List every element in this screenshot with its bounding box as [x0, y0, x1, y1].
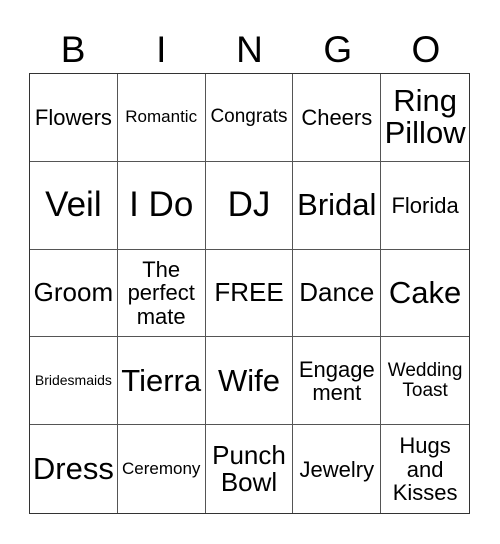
bingo-cell[interactable]: Bridesmaids — [30, 337, 118, 426]
bingo-cell[interactable]: Cake — [381, 250, 469, 338]
bingo-grid: Flowers Romantic Congrats Cheers Ring Pi… — [29, 73, 470, 514]
bingo-cell[interactable]: Flowers — [30, 74, 118, 162]
bingo-cell[interactable]: Dress — [30, 425, 118, 513]
bingo-cell[interactable]: Ring Pillow — [381, 74, 469, 162]
bingo-cell[interactable]: Punch Bowl — [206, 425, 294, 513]
bingo-cell[interactable]: Florida — [381, 162, 469, 250]
bingo-header: B I N G O — [29, 28, 470, 72]
bingo-cell[interactable]: The perfect mate — [117, 249, 206, 338]
bingo-cell[interactable]: Hugs and Kisses — [381, 425, 469, 513]
free-space-cell[interactable]: FREE — [205, 249, 294, 338]
header-letter-i: I — [156, 29, 167, 70]
bingo-cell[interactable]: Bridal — [293, 161, 382, 250]
bingo-cell[interactable]: Jewelry — [293, 425, 382, 513]
bingo-cell[interactable]: Wedding Toast — [381, 337, 469, 426]
header-letter-b: B — [60, 29, 86, 70]
bingo-cell[interactable]: Romantic — [117, 74, 206, 162]
bingo-cell[interactable]: Tierra — [117, 337, 206, 426]
bingo-cell[interactable]: Congrats — [205, 74, 294, 162]
bingo-cell[interactable]: Wife — [205, 337, 294, 426]
bingo-cell[interactable]: I Do — [117, 161, 206, 250]
header-letter-o: O — [411, 29, 441, 70]
bingo-cell[interactable]: Groom — [30, 249, 118, 338]
bingo-cell[interactable]: Veil — [30, 161, 118, 250]
bingo-cell[interactable]: Ceremony — [118, 425, 206, 513]
bingo-cell[interactable]: Cheers — [293, 74, 382, 162]
bingo-cell[interactable]: DJ — [205, 161, 294, 250]
bingo-cell[interactable]: Dance — [293, 249, 382, 338]
bingo-cell[interactable]: Engage ment — [293, 337, 382, 426]
header-letter-g: G — [323, 29, 353, 70]
header-letter-n: N — [236, 29, 263, 70]
